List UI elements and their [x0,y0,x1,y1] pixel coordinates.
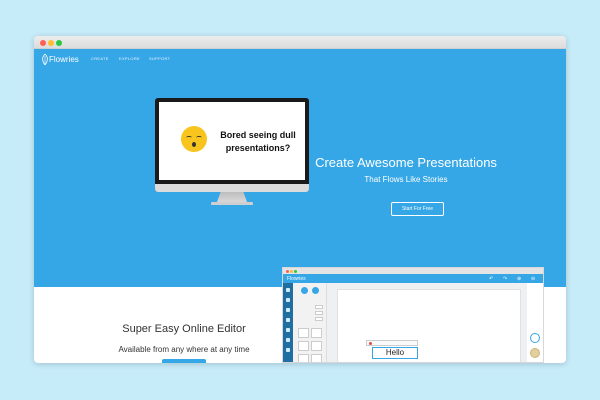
mini-sidebar [283,283,293,362]
monitor-chin [155,184,309,192]
shape-tile [311,328,322,338]
editor-section-subtitle: Available from any where at any time [118,345,250,354]
sidebar-tool-icon [286,328,290,332]
logo-leaf-icon [42,54,48,65]
panel-swatch [315,311,323,315]
canvas-text-box: Hello [372,347,418,359]
nav-link-explore[interactable]: EXPLORE [119,56,140,61]
panel-row [295,305,325,309]
nav-link-support[interactable]: SUPPORT [149,56,170,61]
undo-icon: ↶ [489,275,494,282]
hero-subtitle: That Flows Like Stories [364,175,448,184]
start-for-free-button[interactable]: Start For Free [391,202,444,216]
monitor-screen: Bored seeing dull presentations? [159,102,305,180]
mini-minimize-dot [290,269,293,273]
minimize-window-button[interactable] [48,39,54,46]
maximize-window-button[interactable] [56,39,62,46]
hero-section: Flowries CREATE EXPLORE SUPPORT Bored se… [34,49,566,287]
window-titlebar [34,36,566,49]
sidebar-tool-icon [286,308,290,312]
emoji-eye [196,136,202,139]
monitor-illustration: Bored seeing dull presentations? [155,98,309,206]
brand-name: Flowries [49,55,79,64]
top-nav: Flowries CREATE EXPLORE SUPPORT [34,49,566,71]
zoom-in-icon: ⊕ [517,275,522,282]
emoji-face-icon [181,126,207,152]
add-icon [530,333,540,343]
panel-tool-icon [312,287,319,294]
panel-swatch [315,305,323,309]
sidebar-tool-icon [286,298,290,302]
zoom-out-icon: ⊖ [531,275,536,282]
mini-toolbar: Flowries ↶ ↷ ⊕ ⊖ [283,274,543,283]
color-dot [369,342,372,345]
monitor-bezel: Bored seeing dull presentations? [155,98,309,192]
screen-message: Bored seeing dull presentations? [220,130,296,153]
shape-tile [298,328,309,338]
text-format-toolbar [366,340,418,346]
emoji-mouth [192,142,196,147]
nav-link-create[interactable]: CREATE [91,56,109,61]
shape-tile [311,354,322,362]
avatar [530,348,540,358]
sidebar-tool-icon [286,288,290,292]
panel-swatch [315,317,323,321]
sidebar-tool-icon [286,348,290,352]
emoji-eye [186,136,192,139]
mini-close-dot [286,269,289,273]
editor-screenshot: Flowries ↶ ↷ ⊕ ⊖ Hello [282,267,544,363]
sidebar-tool-icon [286,338,290,342]
mini-slide: Hello [337,289,521,362]
shape-tile [298,341,309,351]
panel-tool-icon [301,287,308,294]
shape-tile [298,354,309,362]
close-window-button[interactable] [40,39,46,46]
mini-properties-panel [293,283,327,362]
mini-logo: Flowries [287,275,306,282]
editor-section-title: Super Easy Online Editor [122,323,246,335]
hero-title: Create Awesome Presentations [315,155,497,170]
mini-canvas: Hello [327,283,527,362]
mini-maximize-dot [294,269,297,273]
panel-row [295,317,325,321]
monitor-foot [211,202,253,205]
shape-tile [311,341,322,351]
redo-icon: ↷ [503,275,508,282]
brand-logo[interactable]: Flowries [42,54,82,66]
monitor-stand [217,192,247,202]
browser-window: Flowries CREATE EXPLORE SUPPORT Bored se… [34,36,566,363]
editor-section-button[interactable] [162,359,206,363]
panel-row [295,311,325,315]
sidebar-tool-icon [286,318,290,322]
